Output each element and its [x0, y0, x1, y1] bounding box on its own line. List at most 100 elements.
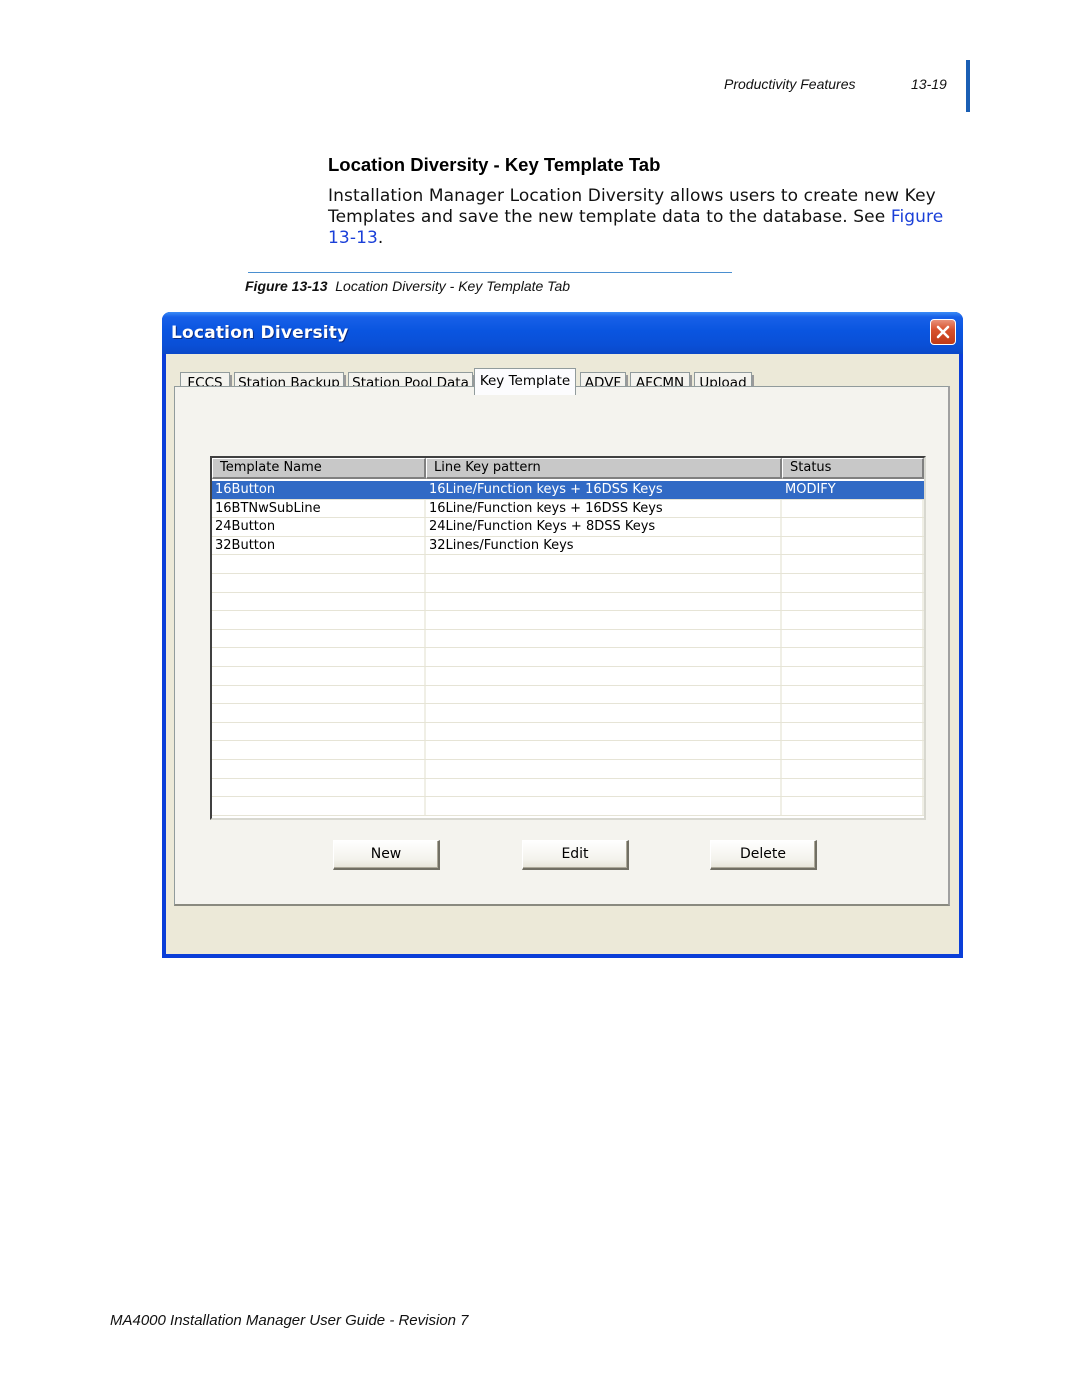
- cell-template-name: [212, 611, 426, 629]
- cell-line-key-pattern: [426, 797, 782, 815]
- cell-status: [782, 759, 924, 778]
- key-template-tab-panel: Template Name Line Key pattern Status 16…: [174, 386, 950, 906]
- cell-status: [782, 741, 924, 759]
- cell-line-key-pattern: 16Line/Function keys + 16DSS Keys: [426, 499, 782, 518]
- cell-status: [782, 629, 924, 648]
- figure-rule: [248, 272, 732, 273]
- key-template-table[interactable]: Template Name Line Key pattern Status 16…: [210, 456, 926, 820]
- body-text: Installation Manager Location Diversity …: [328, 186, 936, 227]
- cell-status: [782, 722, 924, 741]
- empty-table-row[interactable]: [212, 797, 924, 816]
- cell-line-key-pattern: [426, 573, 782, 592]
- cell-template-name: 32Button: [212, 536, 426, 555]
- delete-button[interactable]: Delete: [710, 840, 817, 870]
- cell-template-name: [212, 759, 426, 778]
- empty-table-row[interactable]: [212, 722, 924, 742]
- cell-status: [782, 592, 924, 611]
- cell-template-name: [212, 666, 426, 685]
- cell-status: [782, 778, 924, 797]
- cell-template-name: [212, 704, 426, 722]
- page-number: 13-19: [911, 76, 947, 92]
- cell-status: [782, 518, 924, 536]
- column-header-template-name[interactable]: Template Name: [212, 458, 426, 479]
- running-header-section: Productivity Features: [724, 76, 856, 92]
- cell-template-name: [212, 741, 426, 759]
- cell-status: [782, 648, 924, 666]
- empty-table-row[interactable]: [212, 592, 924, 612]
- section-title: Location Diversity - Key Template Tab: [328, 154, 661, 175]
- cell-template-name: [212, 573, 426, 592]
- cell-status: [782, 666, 924, 685]
- cell-line-key-pattern: [426, 611, 782, 629]
- cell-template-name: [212, 592, 426, 611]
- figure-title: Location Diversity - Key Template Tab: [335, 278, 571, 294]
- empty-table-row[interactable]: [212, 741, 924, 760]
- cell-line-key-pattern: [426, 648, 782, 666]
- figure-label: Figure 13-13: [245, 278, 328, 294]
- table-row[interactable]: 16Button 16Line/Function keys + 16DSS Key…: [212, 481, 924, 500]
- location-diversity-window: Location Diversity FCCS Station Backup S…: [162, 312, 963, 958]
- figure-caption: Figure 13-13 Location Diversity - Key Te…: [245, 278, 570, 294]
- cell-template-name: 16BTNwSubLine: [212, 499, 426, 518]
- new-button[interactable]: New: [333, 840, 440, 870]
- close-icon: [936, 325, 950, 339]
- edit-button[interactable]: Edit: [522, 840, 629, 870]
- page-footer: MA4000 Installation Manager User Guide -…: [110, 1312, 469, 1329]
- cell-status: [782, 573, 924, 592]
- cell-status: MODIFY: [782, 481, 924, 499]
- cell-template-name: [212, 629, 426, 648]
- title-bar[interactable]: Location Diversity: [162, 312, 963, 354]
- tab-key-template[interactable]: Key Template: [474, 368, 576, 395]
- header-rule: [966, 60, 970, 112]
- cell-line-key-pattern: [426, 778, 782, 797]
- cell-line-key-pattern: [426, 741, 782, 759]
- cell-template-name: [212, 685, 426, 704]
- empty-table-row[interactable]: [212, 685, 924, 705]
- cell-status: [782, 611, 924, 629]
- column-header-line-key-pattern[interactable]: Line Key pattern: [426, 458, 782, 479]
- cell-template-name: [212, 797, 426, 815]
- column-header-status[interactable]: Status: [782, 458, 924, 479]
- empty-table-row[interactable]: [212, 629, 924, 649]
- empty-table-row[interactable]: [212, 778, 924, 798]
- empty-table-row[interactable]: [212, 759, 924, 779]
- cell-template-name: [212, 778, 426, 797]
- empty-table-row[interactable]: [212, 648, 924, 667]
- cell-template-name: 24Button: [212, 518, 426, 536]
- cell-template-name: [212, 555, 426, 573]
- cell-status: [782, 499, 924, 518]
- empty-table-row[interactable]: [212, 611, 924, 630]
- table-body: 16Button 16Line/Function keys + 16DSS Key…: [212, 481, 924, 816]
- cell-line-key-pattern: [426, 555, 782, 573]
- dialog-client-area: FCCS Station Backup Station Pool Data Ke…: [166, 354, 959, 954]
- cell-status: [782, 685, 924, 704]
- body-trailing: .: [377, 228, 384, 248]
- cell-line-key-pattern: [426, 685, 782, 704]
- cell-line-key-pattern: 16Line/Function keys + 16DSS Keys: [426, 481, 782, 499]
- table-row[interactable]: 16BTNwSubLine 16Line/Function keys + 16DS…: [212, 499, 924, 519]
- cell-line-key-pattern: [426, 704, 782, 722]
- cell-template-name: [212, 722, 426, 741]
- cell-status: [782, 704, 924, 722]
- cell-template-name: 16Button: [212, 481, 426, 499]
- cell-status: [782, 555, 924, 573]
- cell-status: [782, 797, 924, 815]
- cell-line-key-pattern: [426, 629, 782, 648]
- empty-table-row[interactable]: [212, 704, 924, 723]
- cell-template-name: [212, 648, 426, 666]
- cell-line-key-pattern: [426, 592, 782, 611]
- body-paragraph: Installation Manager Location Diversity …: [328, 186, 968, 249]
- empty-table-row[interactable]: [212, 573, 924, 593]
- table-row[interactable]: 24Button 24Line/Function Keys + 8DSS Keys: [212, 518, 924, 537]
- table-row[interactable]: 32Button 32Lines/Function Keys: [212, 536, 924, 556]
- close-button[interactable]: [930, 319, 956, 345]
- window-title: Location Diversity: [171, 323, 349, 343]
- cell-line-key-pattern: 24Line/Function Keys + 8DSS Keys: [426, 518, 782, 536]
- cell-line-key-pattern: [426, 759, 782, 778]
- cell-line-key-pattern: [426, 666, 782, 685]
- cell-line-key-pattern: [426, 722, 782, 741]
- empty-table-row[interactable]: [212, 666, 924, 686]
- table-header: Template Name Line Key pattern Status: [212, 458, 924, 479]
- cell-line-key-pattern: 32Lines/Function Keys: [426, 536, 782, 555]
- empty-table-row[interactable]: [212, 555, 924, 574]
